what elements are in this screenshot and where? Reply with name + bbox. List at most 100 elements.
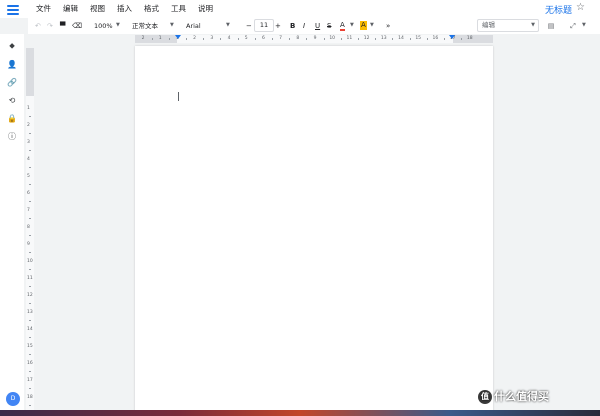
- ruler-tick: [220, 38, 222, 40]
- strikethrough-button[interactable]: S: [327, 21, 331, 31]
- ruler-tick: [358, 38, 359, 40]
- font-size-increase-button[interactable]: +: [275, 21, 281, 31]
- underline-button[interactable]: U: [315, 21, 320, 31]
- right-indent-marker[interactable]: [449, 35, 455, 39]
- vruler-label: 10: [27, 259, 33, 264]
- vruler-tick: [29, 320, 31, 321]
- ruler-tick: [203, 38, 205, 40]
- style-select[interactable]: 正常文本: [132, 21, 158, 31]
- vruler-tick: [29, 133, 31, 134]
- font-select[interactable]: Arial: [186, 21, 201, 31]
- ruler-right-margin: [453, 35, 493, 43]
- ruler-tick: [461, 38, 463, 40]
- toolbar: ↶ ↷ ▀ ⌫ 100% ▼ 正常文本 ▼ Arial ▼ − 11 + B I…: [28, 18, 600, 34]
- vruler-tick: [29, 218, 31, 219]
- info-icon[interactable]: ⓘ: [6, 130, 18, 142]
- clear-format-icon[interactable]: ⌫: [72, 21, 82, 31]
- vruler-label: 11: [27, 276, 33, 281]
- font-size-input[interactable]: 11: [254, 19, 274, 32]
- menu-format[interactable]: 格式: [144, 4, 159, 14]
- vruler-label: 13: [27, 310, 33, 315]
- horizontal-ruler[interactable]: 2 1 1 2 3 4 5 6 7 8 9 10 11 12 13 14 15 16 17 18: [135, 35, 493, 43]
- vruler-label: 18: [27, 395, 33, 400]
- ruler-label: 6: [261, 36, 265, 41]
- vruler-label: 6: [27, 191, 30, 196]
- vruler-tick: [29, 371, 31, 372]
- text-cursor: [178, 92, 179, 101]
- highlight-button[interactable]: A: [360, 21, 367, 30]
- mode-select[interactable]: 编辑 ▼: [477, 19, 539, 32]
- vruler-tick: [29, 201, 31, 202]
- chevron-down-icon: ▼: [170, 22, 174, 28]
- star-icon[interactable]: ☆: [576, 2, 585, 13]
- font-size-decrease-button[interactable]: −: [246, 21, 252, 31]
- ruler-tick: [426, 38, 428, 40]
- ruler-label: 9: [313, 36, 317, 41]
- history-icon[interactable]: ⟲: [6, 94, 18, 106]
- ruler-tick: [151, 38, 153, 40]
- redo-icon[interactable]: ↷: [47, 21, 53, 31]
- menu-insert[interactable]: 插入: [117, 4, 132, 14]
- document-title[interactable]: 无标题: [545, 3, 572, 16]
- ruler-label: 16: [432, 36, 439, 41]
- text-color-button[interactable]: A: [340, 21, 345, 31]
- ruler-label: 13: [380, 36, 387, 41]
- expand-icon[interactable]: ⤢: [566, 20, 580, 32]
- vruler-label: 4: [27, 157, 30, 162]
- ruler-tick: [254, 38, 256, 40]
- app-window: 文件 编辑 视图 插入 格式 工具 说明 无标题 ☆ ↶ ↷ ▀ ⌫ 100% …: [0, 0, 600, 412]
- ruler-label: 3: [210, 36, 214, 41]
- ruler-label: 11: [346, 36, 353, 41]
- vruler-label: 16: [27, 361, 33, 366]
- menu-view[interactable]: 视图: [90, 4, 105, 14]
- vruler-label: 1: [27, 106, 30, 111]
- undo-icon[interactable]: ↶: [35, 21, 41, 31]
- vruler-label: 17: [27, 378, 33, 383]
- left-indent-marker[interactable]: [175, 35, 181, 39]
- more-tools-button[interactable]: »: [386, 21, 390, 31]
- menu-help[interactable]: 说明: [198, 4, 213, 14]
- ruler-label: 7: [279, 36, 283, 41]
- ruler-tick: [340, 38, 342, 40]
- menu-icon[interactable]: [7, 5, 19, 15]
- ruler-label: 5: [244, 36, 248, 41]
- outline-icon[interactable]: ▤: [544, 20, 558, 32]
- menubar: 文件 编辑 视图 插入 格式 工具 说明 无标题 ☆: [0, 0, 600, 18]
- paint-format-icon[interactable]: ▀: [60, 21, 65, 31]
- watermark: 值什么值得买: [478, 388, 549, 404]
- vertical-ruler: 12345678910111213141516171819: [26, 48, 34, 410]
- menu-file[interactable]: 文件: [36, 4, 51, 14]
- vruler-tick: [29, 269, 31, 270]
- ruler-label: 2: [141, 36, 145, 41]
- watermark-badge: 值: [478, 390, 492, 404]
- ruler-tick: [168, 38, 170, 40]
- tag-icon[interactable]: ⬥: [6, 40, 18, 52]
- ruler-label: 1: [158, 36, 162, 41]
- ruler-tick: [237, 38, 239, 40]
- ruler-tick: [289, 38, 291, 40]
- chevron-down-icon: ▼: [582, 22, 586, 28]
- vruler-tick: [29, 303, 31, 304]
- chevron-down-icon: ▼: [531, 22, 535, 28]
- vruler-tick: [29, 150, 31, 151]
- menu-edit[interactable]: 编辑: [63, 4, 78, 14]
- italic-button[interactable]: I: [303, 21, 305, 31]
- vruler-label: 9: [27, 242, 30, 247]
- menu-tools[interactable]: 工具: [171, 4, 186, 14]
- link-icon[interactable]: 🔗: [6, 76, 18, 88]
- vruler-label: 8: [27, 225, 30, 230]
- document-page[interactable]: [135, 46, 493, 412]
- vruler-tick: [29, 405, 31, 406]
- ruler-tick: [186, 38, 187, 40]
- bold-button[interactable]: B: [290, 21, 295, 31]
- lock-icon[interactable]: 🔒: [6, 112, 18, 124]
- avatar[interactable]: D: [6, 392, 20, 406]
- share-user-icon[interactable]: 👤: [6, 58, 18, 70]
- vruler-tick: [29, 354, 31, 355]
- ruler-tick: [272, 38, 273, 40]
- watermark-text: 什么值得买: [494, 390, 549, 403]
- chevron-down-icon: ▼: [226, 22, 230, 28]
- ruler-tick: [409, 38, 411, 40]
- vruler-tick: [29, 286, 31, 287]
- zoom-select[interactable]: 100%: [94, 21, 113, 31]
